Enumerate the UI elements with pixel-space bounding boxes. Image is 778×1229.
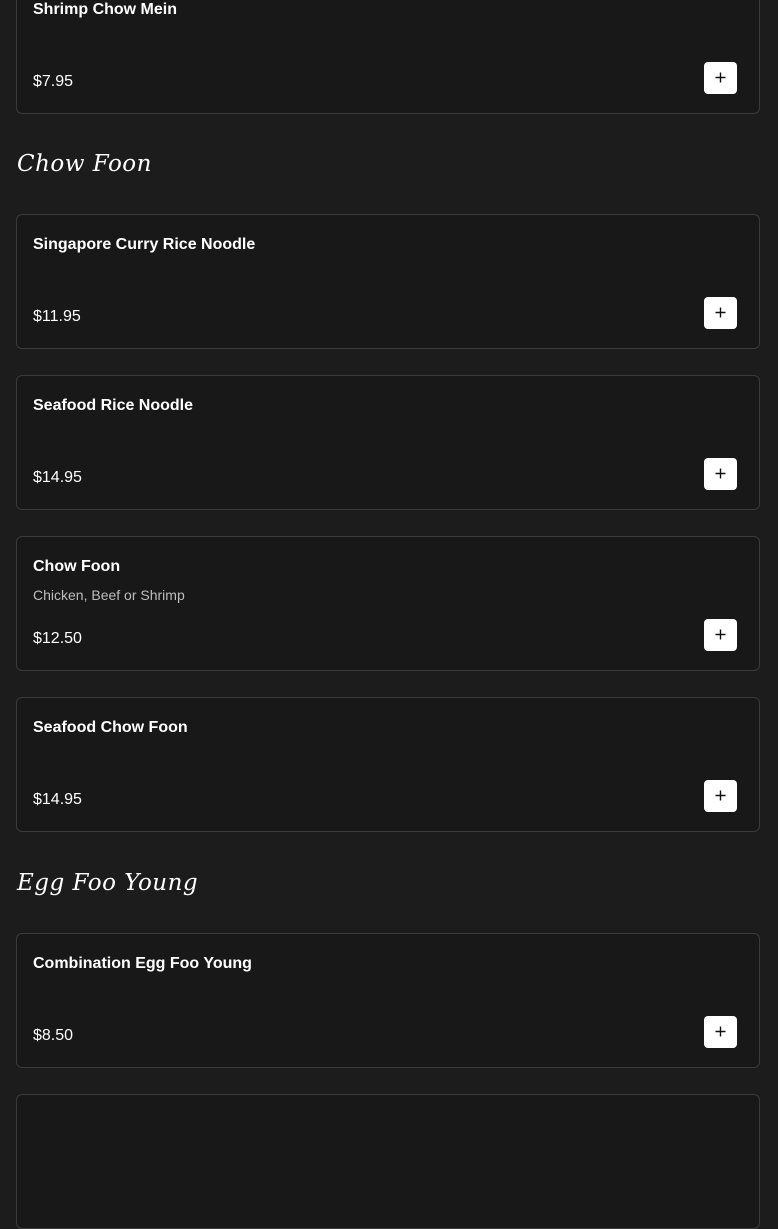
section-title-chow-foon: Chow Foon bbox=[17, 151, 152, 177]
menu-item-price: $7.95 bbox=[33, 73, 74, 90]
add-to-cart-button[interactable] bbox=[704, 297, 737, 329]
plus-icon bbox=[715, 790, 726, 801]
plus-icon bbox=[715, 72, 726, 83]
add-to-cart-button[interactable] bbox=[704, 1016, 737, 1048]
plus-icon bbox=[715, 1026, 726, 1037]
add-to-cart-button[interactable] bbox=[704, 458, 737, 490]
menu-item-name: Combination Egg Foo Young bbox=[33, 955, 252, 972]
plus-icon bbox=[715, 629, 726, 640]
menu-item-name: Seafood Chow Foon bbox=[33, 719, 188, 736]
menu-item-price: $14.95 bbox=[33, 469, 82, 486]
menu-item-card[interactable]: Singapore Curry Rice Noodle $11.95 bbox=[16, 214, 760, 349]
menu-item-price: $11.95 bbox=[33, 308, 81, 325]
menu-item-card[interactable]: Seafood Rice Noodle $14.95 bbox=[16, 375, 760, 510]
menu-item-name: Seafood Rice Noodle bbox=[33, 397, 194, 414]
section-title-egg-foo-young: Egg Foo Young bbox=[17, 870, 199, 896]
plus-icon bbox=[715, 307, 726, 318]
plus-icon bbox=[715, 468, 726, 479]
menu-item-card[interactable]: Seafood Chow Foon $14.95 bbox=[16, 697, 760, 832]
menu-item-card[interactable]: Combination Egg Foo Young $8.50 bbox=[16, 933, 760, 1068]
menu-item-description: Chicken, Beef or Shrimp bbox=[33, 587, 185, 603]
menu-item-price: $14.95 bbox=[33, 791, 82, 808]
menu-item-name: Singapore Curry Rice Noodle bbox=[33, 236, 256, 253]
add-to-cart-button[interactable] bbox=[704, 780, 737, 812]
add-to-cart-button[interactable] bbox=[704, 619, 737, 651]
menu-item-card[interactable]: Chow Foon Chicken, Beef or Shrimp $12.50 bbox=[16, 536, 760, 671]
add-to-cart-button[interactable] bbox=[704, 62, 737, 94]
menu-item-card[interactable] bbox=[16, 1094, 760, 1229]
menu-item-name: Shrimp Chow Mein bbox=[33, 1, 177, 18]
menu-item-name: Chow Foon bbox=[33, 558, 121, 575]
menu-item-price: $8.50 bbox=[33, 1027, 74, 1044]
menu-item-card[interactable]: Shrimp Chow Mein $7.95 bbox=[16, 0, 760, 114]
menu-item-price: $12.50 bbox=[33, 630, 82, 647]
